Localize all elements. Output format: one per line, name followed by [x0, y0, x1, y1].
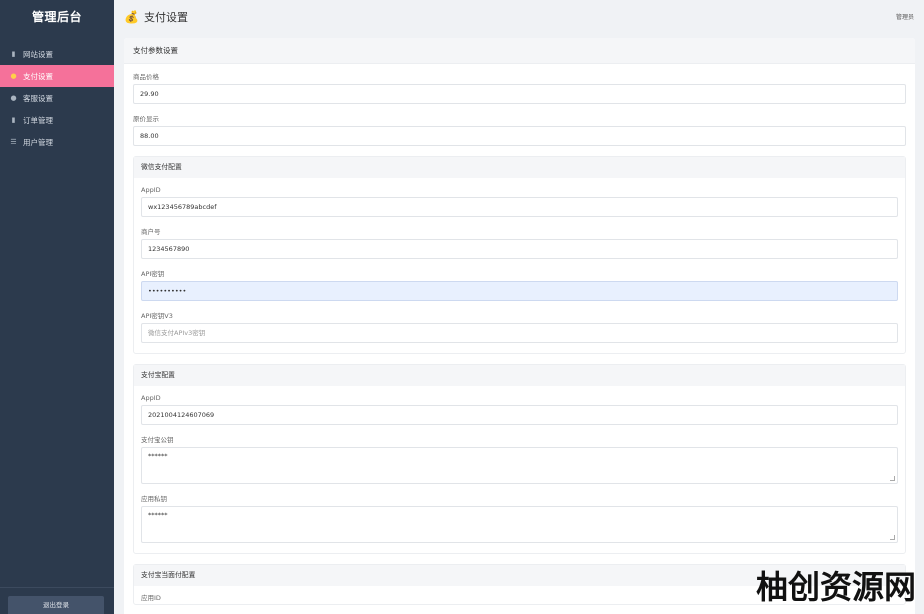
payment-settings-card: 支付参数设置 商品价格 29.90 原价显示 88.00 微信支付配置 AppI…	[124, 38, 915, 614]
sidebar-item-label: 用户管理	[23, 137, 53, 147]
sidebar-menu: ▮ 网站设置 ● 支付设置 ● 客服设置 ▮ 订单管理 ☰ 用户管理	[0, 43, 114, 153]
textarea-value: ******	[148, 511, 168, 519]
sidebar: 管理后台 ▮ 网站设置 ● 支付设置 ● 客服设置 ▮ 订单管理 ☰ 用户管理 …	[0, 0, 114, 614]
users-icon: ☰	[10, 138, 17, 146]
user-icon: ●	[10, 94, 17, 102]
price-label: 商品价格	[133, 73, 159, 81]
page-title: 支付设置	[143, 10, 188, 24]
api-key-label: API密钥	[141, 270, 165, 278]
sidebar-item-service-settings[interactable]: ● 客服设置	[0, 87, 114, 109]
api-key-input[interactable]: ••••••••••	[141, 281, 898, 301]
admin-link[interactable]: 管理员	[896, 12, 914, 21]
watermark: 柚创资源网	[755, 568, 916, 606]
resize-handle-icon[interactable]	[890, 535, 895, 540]
sidebar-item-orders[interactable]: ▮ 订单管理	[0, 109, 114, 131]
sidebar-item-label: 网站设置	[23, 49, 53, 59]
wechat-appid-label: AppID	[141, 186, 161, 194]
section-body: AppID 2021004124607069 支付宝公钥 ****** 应用私钥…	[134, 386, 905, 543]
price-input[interactable]: 29.90	[133, 84, 906, 104]
brand-title: 管理后台	[31, 10, 82, 24]
merchant-id-input[interactable]: 1234567890	[141, 239, 898, 259]
sidebar-item-payment-settings[interactable]: ● 支付设置	[0, 65, 114, 87]
api-key-v3-label: API密钥V3	[141, 312, 173, 320]
logout-button[interactable]: 退出登录	[8, 596, 104, 614]
wechat-appid-input[interactable]: wx123456789abcdef	[141, 197, 898, 217]
app-private-key-textarea[interactable]: ******	[141, 506, 898, 543]
section-header: 微信支付配置	[134, 157, 905, 178]
money-bag-icon: ●	[10, 72, 17, 80]
sidebar-item-users[interactable]: ☰ 用户管理	[0, 131, 114, 153]
section-body: AppID wx123456789abcdef 商户号 1234567890 A…	[134, 178, 905, 343]
sidebar-item-label: 支付设置	[23, 71, 53, 81]
api-key-v3-input[interactable]: 微信支付APIv3密钥	[141, 323, 898, 343]
original-price-label: 原价显示	[133, 115, 159, 123]
money-bag-icon: 💰	[124, 9, 139, 24]
sidebar-item-site-settings[interactable]: ▮ 网站设置	[0, 43, 114, 65]
merchant-id-label: 商户号	[141, 228, 161, 236]
section-header: 支付宝配置	[134, 365, 905, 386]
sidebar-item-label: 订单管理	[23, 115, 53, 125]
app-private-key-label: 应用私钥	[141, 495, 167, 503]
alipay-section: 支付宝配置 AppID 2021004124607069 支付宝公钥 *****…	[133, 364, 906, 554]
alipay-appid-label: AppID	[141, 394, 161, 402]
original-price-input[interactable]: 88.00	[133, 126, 906, 146]
alipay-public-key-label: 支付宝公钥	[141, 436, 174, 444]
clipboard-icon: ▮	[11, 116, 16, 124]
wechat-pay-section: 微信支付配置 AppID wx123456789abcdef 商户号 12345…	[133, 156, 906, 354]
alipay-public-key-textarea[interactable]: ******	[141, 447, 898, 484]
card-body: 商品价格 29.90 原价显示 88.00 微信支付配置 AppID wx123…	[124, 64, 915, 614]
textarea-value: ******	[148, 452, 168, 460]
document-icon: ▮	[11, 50, 16, 58]
alipay-appid-input[interactable]: 2021004124607069	[141, 405, 898, 425]
card-header: 支付参数设置	[124, 38, 915, 64]
topbar: 💰 支付设置 管理员	[114, 0, 924, 33]
sidebar-item-label: 客服设置	[23, 93, 53, 103]
sidebar-divider	[0, 587, 114, 588]
resize-handle-icon[interactable]	[890, 476, 895, 481]
